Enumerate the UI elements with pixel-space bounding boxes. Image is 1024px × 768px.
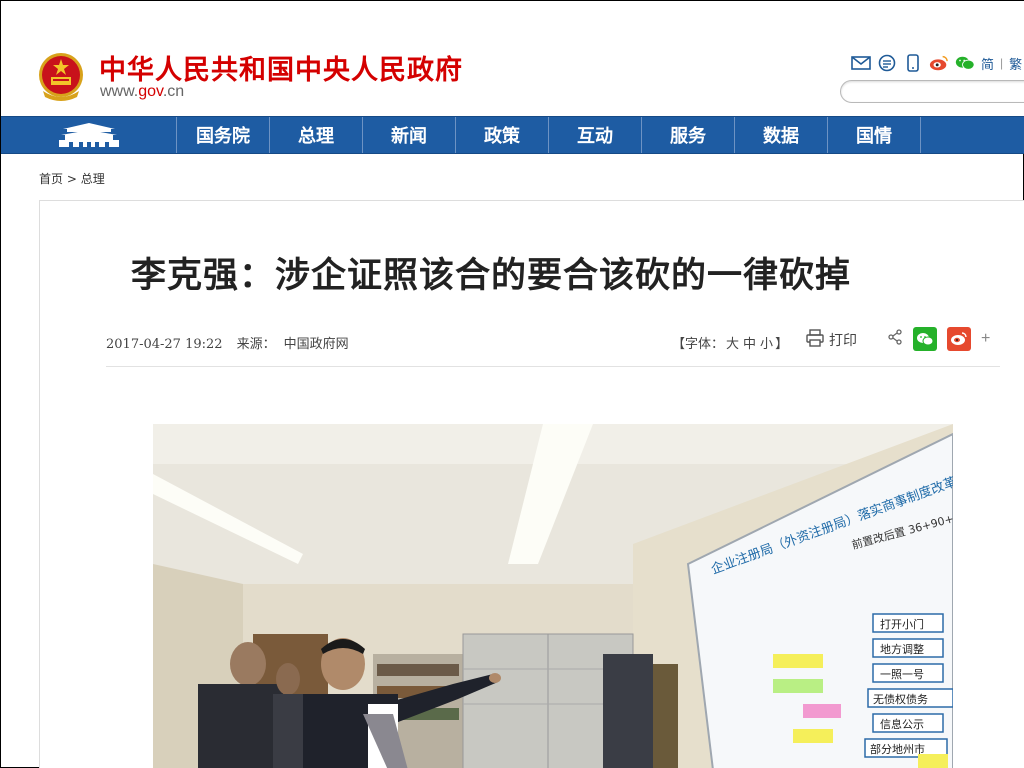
svg-text:地方调整: 地方调整 bbox=[880, 642, 924, 656]
nav-item-state-council[interactable]: 国务院 bbox=[177, 117, 270, 153]
font-size-control: 【字体：大中小】 bbox=[672, 333, 788, 352]
lang-traditional-link[interactable]: 繁 bbox=[1009, 54, 1022, 73]
svg-text:信息公示: 信息公示 bbox=[880, 717, 924, 731]
nav-item-news[interactable]: 新闻 bbox=[363, 117, 456, 153]
article-photo: 企业注册局（外资注册局）落实商事制度改革进行时 前置改后置 36+90+26 打… bbox=[153, 424, 953, 768]
svg-text:打开小门: 打开小门 bbox=[880, 617, 924, 631]
printer-icon bbox=[806, 329, 824, 351]
print-button[interactable]: 打印 bbox=[806, 329, 857, 351]
font-medium-button[interactable]: 中 bbox=[743, 337, 756, 352]
breadcrumb-separator: > bbox=[63, 172, 81, 186]
lang-separator: | bbox=[1000, 56, 1004, 70]
search-input[interactable] bbox=[840, 80, 1024, 103]
wechat-icon[interactable] bbox=[955, 54, 975, 72]
site-header: 中华人民共和国中央人民政府 www.gov.cn 简 | 繁 bbox=[1, 1, 1024, 116]
share-weibo-button[interactable] bbox=[947, 327, 971, 351]
domain-suffix: .cn bbox=[162, 83, 185, 100]
nav-item-data[interactable]: 数据 bbox=[735, 117, 828, 153]
article-meta: 2017-04-27 19:22 来源： 中国政府网 bbox=[106, 333, 349, 352]
national-emblem-icon[interactable] bbox=[37, 51, 85, 103]
rss-icon[interactable] bbox=[877, 54, 897, 72]
meta-divider bbox=[106, 366, 1000, 367]
article-date: 2017-04-27 19:22 bbox=[106, 337, 223, 352]
main-nav: 国务院 总理 新闻 政策 互动 服务 数据 国情 bbox=[1, 116, 1024, 154]
nav-item-interaction[interactable]: 互动 bbox=[549, 117, 642, 153]
mobile-icon[interactable] bbox=[903, 54, 923, 72]
font-large-button[interactable]: 大 bbox=[726, 337, 739, 352]
article-source: 中国政府网 bbox=[283, 337, 349, 352]
article-title: 李克强：涉企证照该合的要合该砍的一律砍掉 bbox=[130, 255, 851, 296]
breadcrumb: 首页 > 总理 bbox=[39, 170, 105, 187]
share-bar: + bbox=[887, 327, 990, 351]
site-title[interactable]: 中华人民共和国中央人民政府 bbox=[99, 48, 463, 87]
share-wechat-button[interactable] bbox=[913, 327, 937, 351]
svg-text:无债权债务: 无债权债务 bbox=[873, 692, 928, 706]
breadcrumb-current-link[interactable]: 总理 bbox=[81, 172, 105, 186]
print-label: 打印 bbox=[829, 333, 857, 349]
nav-item-premier[interactable]: 总理 bbox=[270, 117, 363, 153]
breadcrumb-home-link[interactable]: 首页 bbox=[39, 172, 63, 186]
header-tools: 简 | 繁 bbox=[851, 53, 1022, 73]
nav-item-services[interactable]: 服务 bbox=[642, 117, 735, 153]
nav-item-policy[interactable]: 政策 bbox=[456, 117, 549, 153]
svg-text:部分地州市: 部分地州市 bbox=[870, 742, 925, 756]
nav-home-tiananmen-icon[interactable] bbox=[1, 117, 177, 153]
article-panel: 李克强：涉企证照该合的要合该砍的一律砍掉 2017-04-27 19:22 来源：… bbox=[39, 200, 1024, 768]
font-small-button[interactable]: 小 bbox=[760, 337, 773, 352]
share-icon[interactable] bbox=[887, 328, 903, 350]
weibo-icon[interactable] bbox=[929, 54, 949, 72]
source-label: 来源： bbox=[236, 337, 276, 352]
domain-prefix: www. bbox=[100, 83, 139, 100]
svg-text:一照一号: 一照一号 bbox=[880, 668, 924, 681]
nav-item-national-info[interactable]: 国情 bbox=[828, 117, 921, 153]
font-control-prefix: 【字体： bbox=[672, 337, 725, 352]
mail-icon[interactable] bbox=[851, 54, 871, 72]
lang-simplified-link[interactable]: 简 bbox=[981, 54, 994, 73]
font-control-suffix: 】 bbox=[775, 337, 789, 352]
site-domain[interactable]: www.gov.cn bbox=[100, 83, 184, 101]
share-more-button[interactable]: + bbox=[981, 330, 990, 348]
domain-highlight: gov bbox=[138, 83, 163, 100]
